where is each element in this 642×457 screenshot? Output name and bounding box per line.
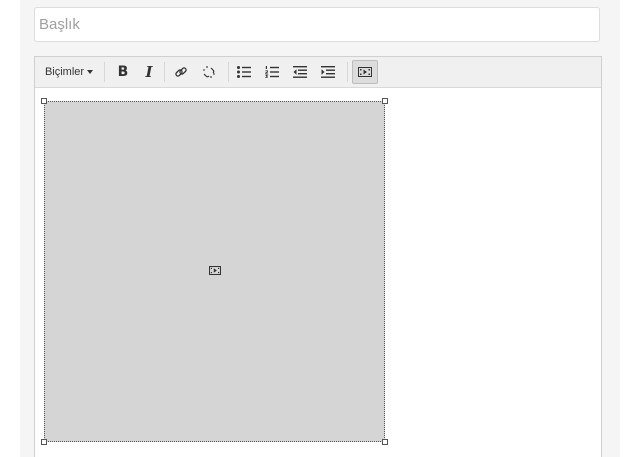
italic-icon: I bbox=[145, 63, 153, 81]
formats-dropdown[interactable]: Biçimler bbox=[38, 60, 100, 84]
formats-dropdown-label: Biçimler bbox=[44, 66, 85, 78]
resize-handle-top-right[interactable] bbox=[382, 98, 388, 104]
bold-icon: B bbox=[117, 64, 129, 80]
page: Biçimler B I bbox=[0, 0, 642, 457]
bold-button[interactable]: B bbox=[111, 60, 135, 84]
outdent-button[interactable] bbox=[288, 60, 312, 84]
toolbar-divider bbox=[164, 62, 165, 82]
bullet-list-icon bbox=[237, 66, 251, 78]
title-input[interactable] bbox=[34, 7, 600, 42]
editor-toolbar: Biçimler B I bbox=[35, 57, 601, 88]
remove-link-button[interactable] bbox=[197, 60, 221, 84]
outdent-icon bbox=[293, 66, 307, 78]
toolbar-divider bbox=[104, 62, 105, 82]
indent-button[interactable] bbox=[316, 60, 340, 84]
embedded-media-placeholder[interactable] bbox=[44, 101, 385, 442]
media-icon bbox=[209, 266, 221, 275]
unlink-icon bbox=[203, 66, 215, 78]
numbered-list-button[interactable] bbox=[260, 60, 284, 84]
italic-button[interactable]: I bbox=[137, 60, 161, 84]
numbered-list-icon bbox=[265, 66, 279, 78]
link-icon bbox=[175, 67, 187, 77]
caret-down-icon bbox=[87, 70, 94, 74]
insert-link-button[interactable] bbox=[169, 60, 193, 84]
resize-handle-bottom-right[interactable] bbox=[382, 439, 388, 445]
indent-icon bbox=[321, 66, 335, 78]
rich-text-editor: Biçimler B I bbox=[34, 56, 602, 457]
editor-content-area[interactable] bbox=[35, 88, 601, 457]
toolbar-divider bbox=[228, 62, 229, 82]
resize-handle-bottom-left[interactable] bbox=[41, 439, 47, 445]
media-icon bbox=[358, 67, 372, 77]
insert-media-button[interactable] bbox=[352, 60, 378, 84]
bullet-list-button[interactable] bbox=[232, 60, 256, 84]
resize-handle-top-left[interactable] bbox=[41, 98, 47, 104]
toolbar-divider bbox=[347, 62, 348, 82]
